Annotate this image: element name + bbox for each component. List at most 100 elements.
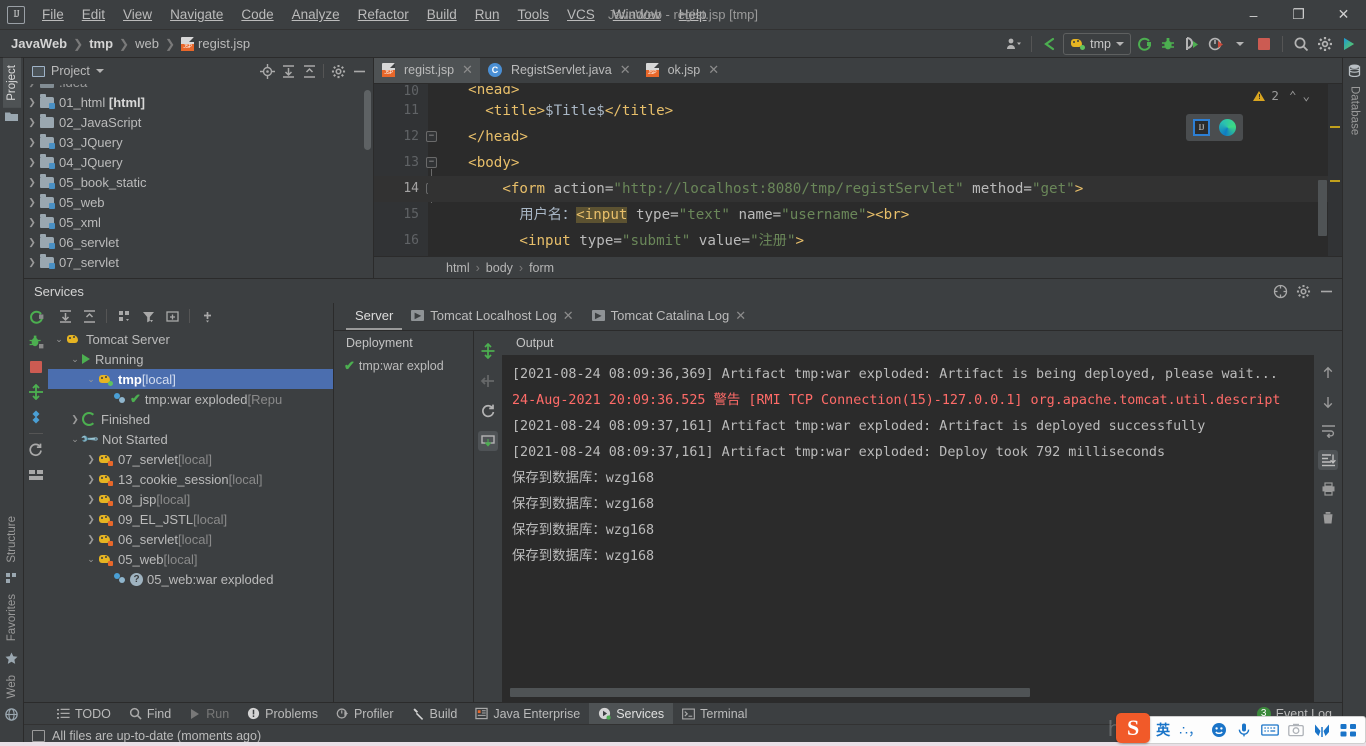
warning-marker[interactable] [1330,180,1340,182]
tree-item-04-jquery[interactable]: ❯ 04_JQuery [24,152,373,172]
tree-item-01-html[interactable]: ❯ 01_html [html] [24,92,373,112]
menu-code[interactable]: Code [232,4,282,25]
help-icon[interactable] [1270,281,1290,301]
service-node-13-cookie-session[interactable]: ❯ 13_cookie_session [local] [48,469,333,489]
menu-vcs[interactable]: VCS [558,4,604,25]
collapse-all-icon[interactable] [78,306,100,326]
collapse-arrow-icon[interactable]: ⌄ [84,374,98,385]
mic-icon[interactable] [1236,722,1252,738]
debug-icon[interactable] [1157,33,1179,55]
profiler-icon[interactable] [1205,33,1227,55]
service-node-06-servlet[interactable]: ❯ 06_servlet [local] [48,529,333,549]
expand-arrow-icon[interactable]: ❯ [84,534,98,545]
project-tree[interactable]: ❯ .idea ❯ 01_html [html] ❯ [24,84,373,278]
apps-icon[interactable] [1340,723,1357,738]
deployment-item[interactable]: ✔ tmp:war explod [334,355,473,377]
collapse-arrow-icon[interactable]: ⌄ [52,334,66,345]
restart-server-icon[interactable] [478,431,498,451]
expand-arrow-icon[interactable]: ❯ [84,474,98,485]
menu-window[interactable]: Window [604,4,670,25]
tab-server[interactable]: Server [346,303,403,330]
menu-view[interactable]: View [114,4,161,25]
close-icon[interactable]: ✕ [617,62,631,78]
sidebar-item-favorites[interactable]: Favorites [3,587,21,648]
collapse-arrow-icon[interactable]: ⌄ [68,354,82,365]
intellij-browser-icon[interactable]: IJ [1193,119,1210,136]
clear-all-icon[interactable] [1318,508,1338,528]
user-avatar-icon[interactable] [1002,33,1024,55]
collapse-all-icon[interactable] [299,61,319,81]
service-node-tmp[interactable]: ⌄ tmp [local] [48,369,333,389]
debug-icon[interactable] [27,333,45,351]
soft-wrap-icon[interactable] [1318,421,1338,441]
tree-item-05-web[interactable]: ❯ 05_web [24,192,373,212]
close-button[interactable]: ✕ [1321,0,1366,30]
editor-vertical-scrollbar[interactable] [1318,180,1327,236]
sidebar-item-database[interactable]: Database [1346,79,1364,142]
tab-registservlet-java[interactable]: C RegistServlet.java ✕ [480,58,638,83]
hide-icon[interactable] [1316,281,1336,301]
menu-edit[interactable]: Edit [73,4,114,25]
close-icon[interactable]: ✕ [563,308,574,324]
add-tab-icon[interactable] [161,306,183,326]
tree-item-03-jquery[interactable]: ❯ 03_JQuery [24,132,373,152]
stop-icon[interactable] [1253,33,1275,55]
service-node-08-jsp[interactable]: ❯ 08_jsp [local] [48,489,333,509]
breadcrumb-html[interactable]: html [446,261,470,275]
code-content[interactable]: <head> <title>$Title$</title> </head> <b… [428,84,1328,256]
tree-item-07-servlet[interactable]: ❯ 07_servlet [24,252,373,272]
sidebar-item-web[interactable]: Web [3,668,21,705]
breadcrumb-folder[interactable]: web [130,35,164,52]
inspection-widget[interactable]: 2 ⌃ ⌄ [1253,88,1310,103]
console-output[interactable]: [2021-08-24 08:09:36,369] Artifact tmp:w… [502,355,1314,702]
expand-arrow-icon[interactable]: ❯ [24,217,40,228]
toolwindow-build[interactable]: Build [403,703,467,725]
keyboard-icon[interactable] [1261,723,1279,737]
breadcrumb-form[interactable]: form [529,261,554,275]
service-node-09-el-jstl[interactable]: ❯ 09_EL_JSTL [local] [48,509,333,529]
breadcrumb-body[interactable]: body [486,261,513,275]
deploy-arrows-icon[interactable] [478,341,498,361]
service-node-05-web[interactable]: ⌄ 05_web [local] [48,549,333,569]
settings-gear-icon[interactable] [1293,281,1313,301]
run-coverage-icon[interactable] [1181,33,1203,55]
project-panel-title-group[interactable]: Project [32,64,104,78]
expand-all-icon[interactable] [278,61,298,81]
scroll-down-icon[interactable] [1318,392,1338,412]
toolwindow-find[interactable]: Find [120,703,180,725]
tree-item-05-book-static[interactable]: ❯ 05_book_static [24,172,373,192]
expand-arrow-icon[interactable]: ❯ [24,257,40,268]
expand-all-icon[interactable] [54,306,76,326]
tree-item-05-xml[interactable]: ❯ 05_xml [24,212,373,232]
service-node-not-started[interactable]: ⌄ 🔧 Not Started [48,429,333,449]
tools-icon[interactable] [1313,723,1331,738]
toolwindow-run[interactable]: Run [180,703,238,725]
sogou-ime-toolbar[interactable]: S 英 ∴， [1116,713,1366,744]
run-configuration-selector[interactable]: tmp [1063,32,1131,55]
locate-icon[interactable] [257,61,277,81]
expand-arrow-icon[interactable]: ❯ [84,494,98,505]
print-icon[interactable] [1318,479,1338,499]
expand-arrow-icon[interactable]: ❯ [24,137,40,148]
search-everywhere-icon[interactable] [1290,33,1312,55]
maximize-button[interactable]: ❐ [1276,0,1321,30]
menu-tools[interactable]: Tools [509,4,559,25]
close-icon[interactable]: ✕ [705,62,719,78]
scroll-up-icon[interactable] [1318,363,1338,383]
service-node-tomcat-server[interactable]: ⌄ Tomcat Server [48,329,333,349]
expand-arrow-icon[interactable]: ❯ [24,237,40,248]
run-icon[interactable] [1133,33,1155,55]
code-editor[interactable]: 10 11 12− 13− 14− 15 16 <head> <title>$T… [374,84,1342,256]
menu-refactor[interactable]: Refactor [349,4,418,25]
menu-file[interactable]: File [33,4,73,25]
service-node-05-web-war-exploded[interactable]: ? 05_web:war exploded [48,569,333,589]
expand-arrow-icon[interactable]: ❯ [24,84,40,88]
updates-arrow-icon[interactable] [1039,33,1061,55]
service-node-07-servlet[interactable]: ❯ 07_servlet [local] [48,449,333,469]
service-node-finished[interactable]: ❯ Finished [48,409,333,429]
expand-arrow-icon[interactable]: ❯ [24,197,40,208]
service-node-running[interactable]: ⌄ Running [48,349,333,369]
layout-icon[interactable] [27,466,45,484]
tab-tomcat-catalina-log[interactable]: ▶ Tomcat Catalina Log ✕ [583,303,755,330]
warning-marker[interactable] [1330,126,1340,128]
